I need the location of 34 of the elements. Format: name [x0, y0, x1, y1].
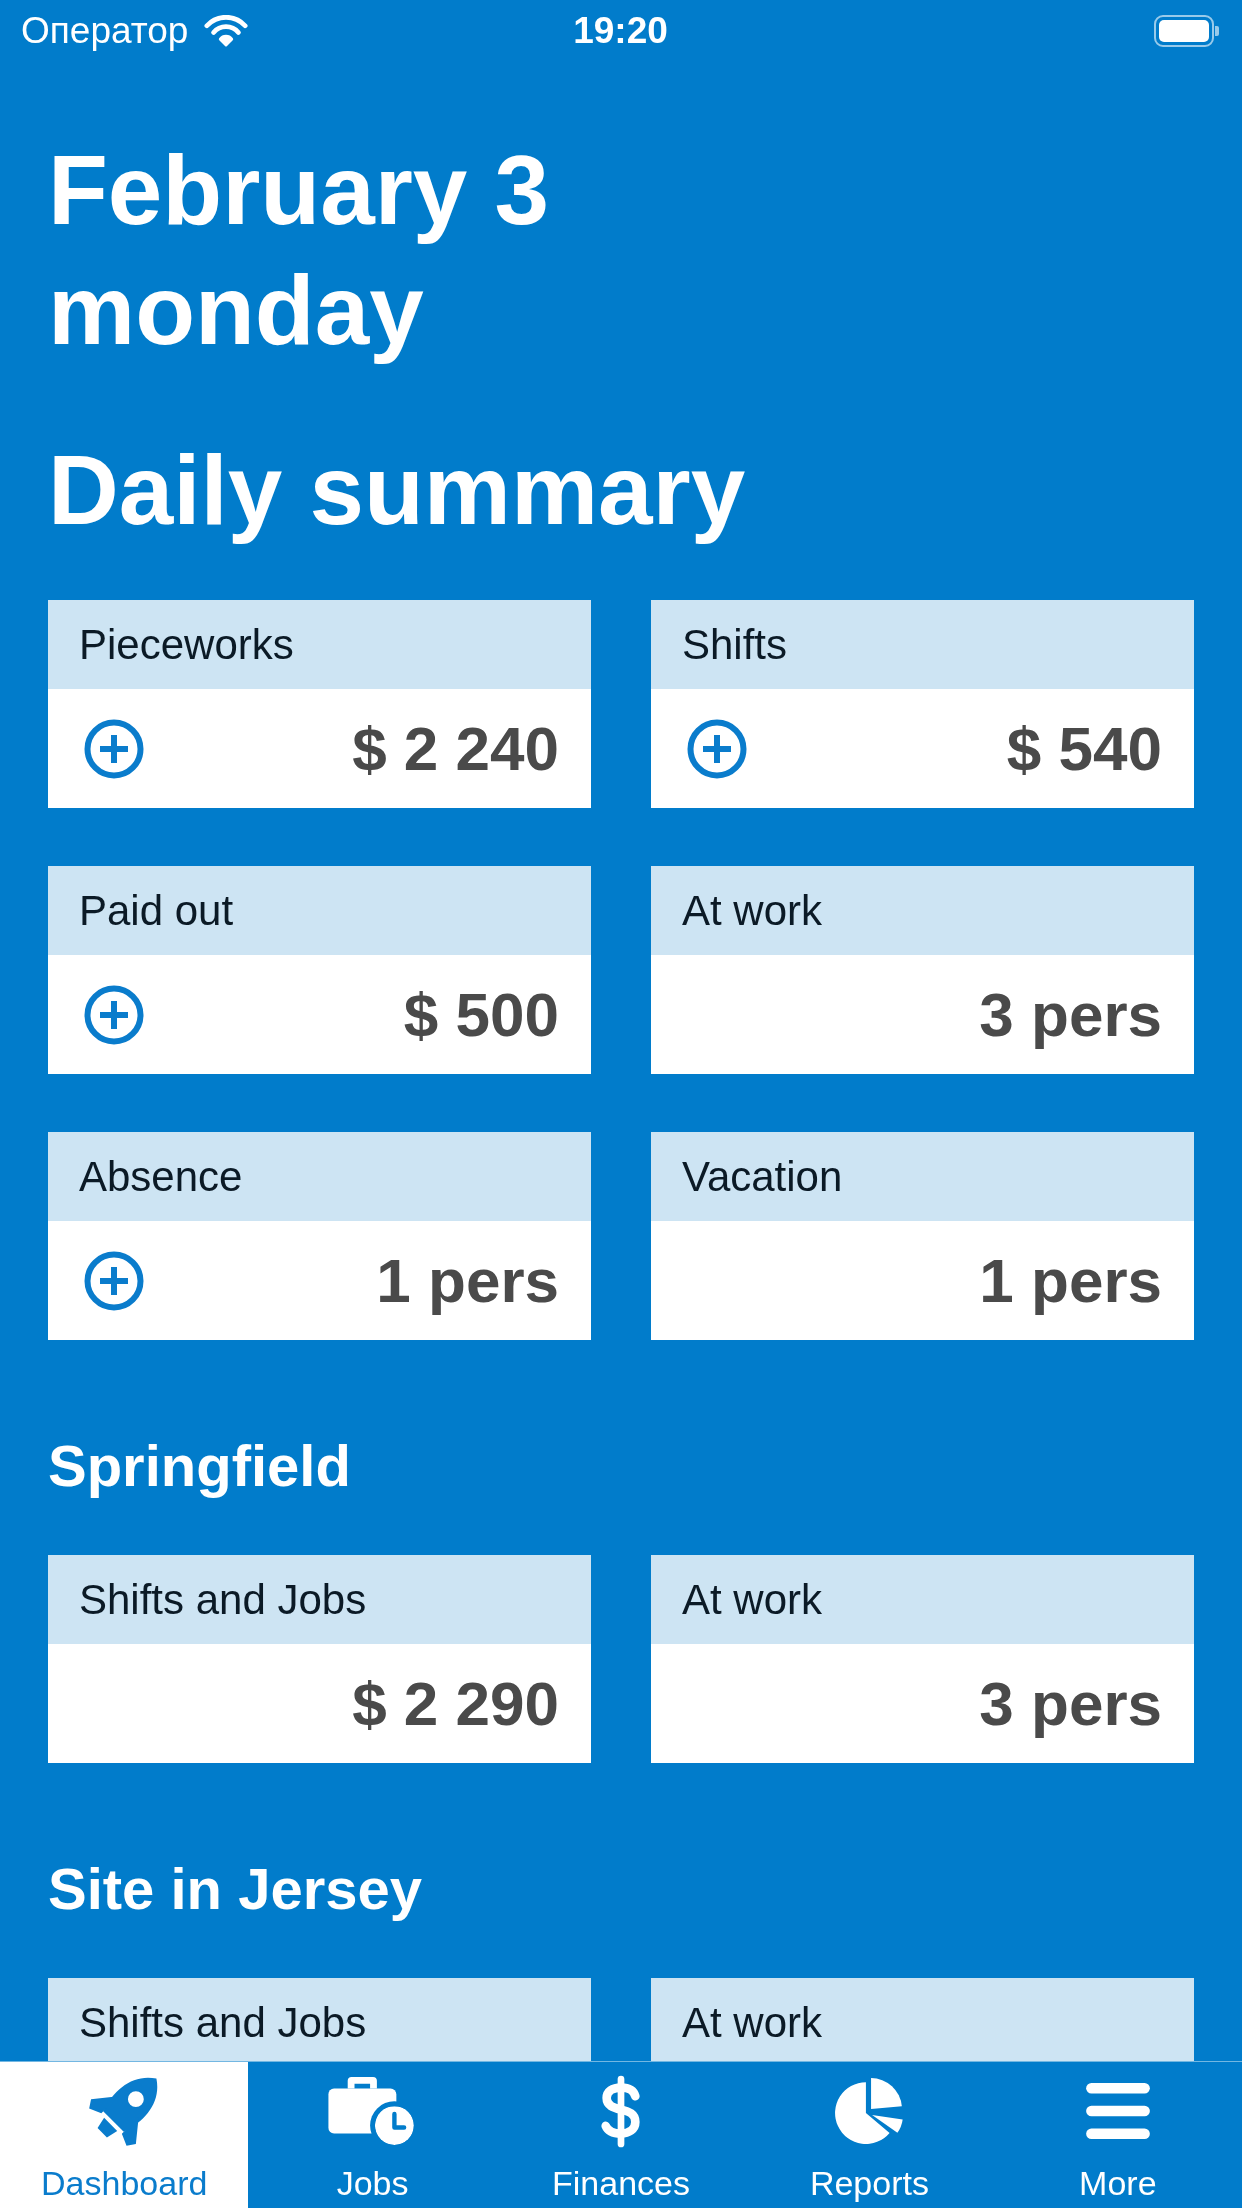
site-title: Site in Jersey — [48, 1855, 422, 1923]
card-header: Absence — [48, 1132, 591, 1221]
card-header: Shifts and Jobs — [48, 1555, 591, 1644]
add-icon[interactable] — [84, 1250, 144, 1311]
card-header: At work — [651, 866, 1194, 955]
add-icon[interactable] — [84, 718, 144, 779]
card-value: $ 540 — [1006, 712, 1162, 785]
dollar-icon — [599, 2074, 643, 2148]
card-header: Shifts — [651, 600, 1194, 689]
card-value: $ 2 290 — [352, 1667, 559, 1740]
date-title: February 3 — [48, 134, 550, 247]
card-value: 1 pers — [376, 1244, 559, 1317]
card-value: 1 pers — [979, 1244, 1162, 1317]
battery-icon — [1154, 15, 1220, 47]
rocket-icon — [89, 2076, 160, 2146]
card-header: Paid out — [48, 866, 591, 955]
wifi-icon — [204, 15, 249, 47]
weekday-title: monday — [48, 254, 424, 367]
card-value: $ 2 240 — [352, 712, 559, 785]
section-title: Daily summary — [48, 434, 746, 547]
add-icon[interactable] — [687, 718, 747, 779]
tab-bar-item[interactable]: Dashboard — [0, 2062, 249, 2208]
add-icon[interactable] — [84, 984, 144, 1045]
card-value: 3 pers — [979, 1667, 1162, 1740]
site-title: Springfield — [48, 1432, 351, 1500]
card-header: At work — [651, 1555, 1194, 1644]
carrier-name: Оператор — [21, 9, 189, 53]
menu-icon — [1085, 2083, 1150, 2139]
card-value: 3 pers — [979, 978, 1162, 1051]
card-header: Vacation — [651, 1132, 1194, 1221]
card-header: Pieceworks — [48, 600, 591, 689]
status-time: 19:20 — [573, 9, 668, 53]
pie-chart-icon — [834, 2077, 905, 2145]
card-value: $ 500 — [403, 978, 559, 1051]
